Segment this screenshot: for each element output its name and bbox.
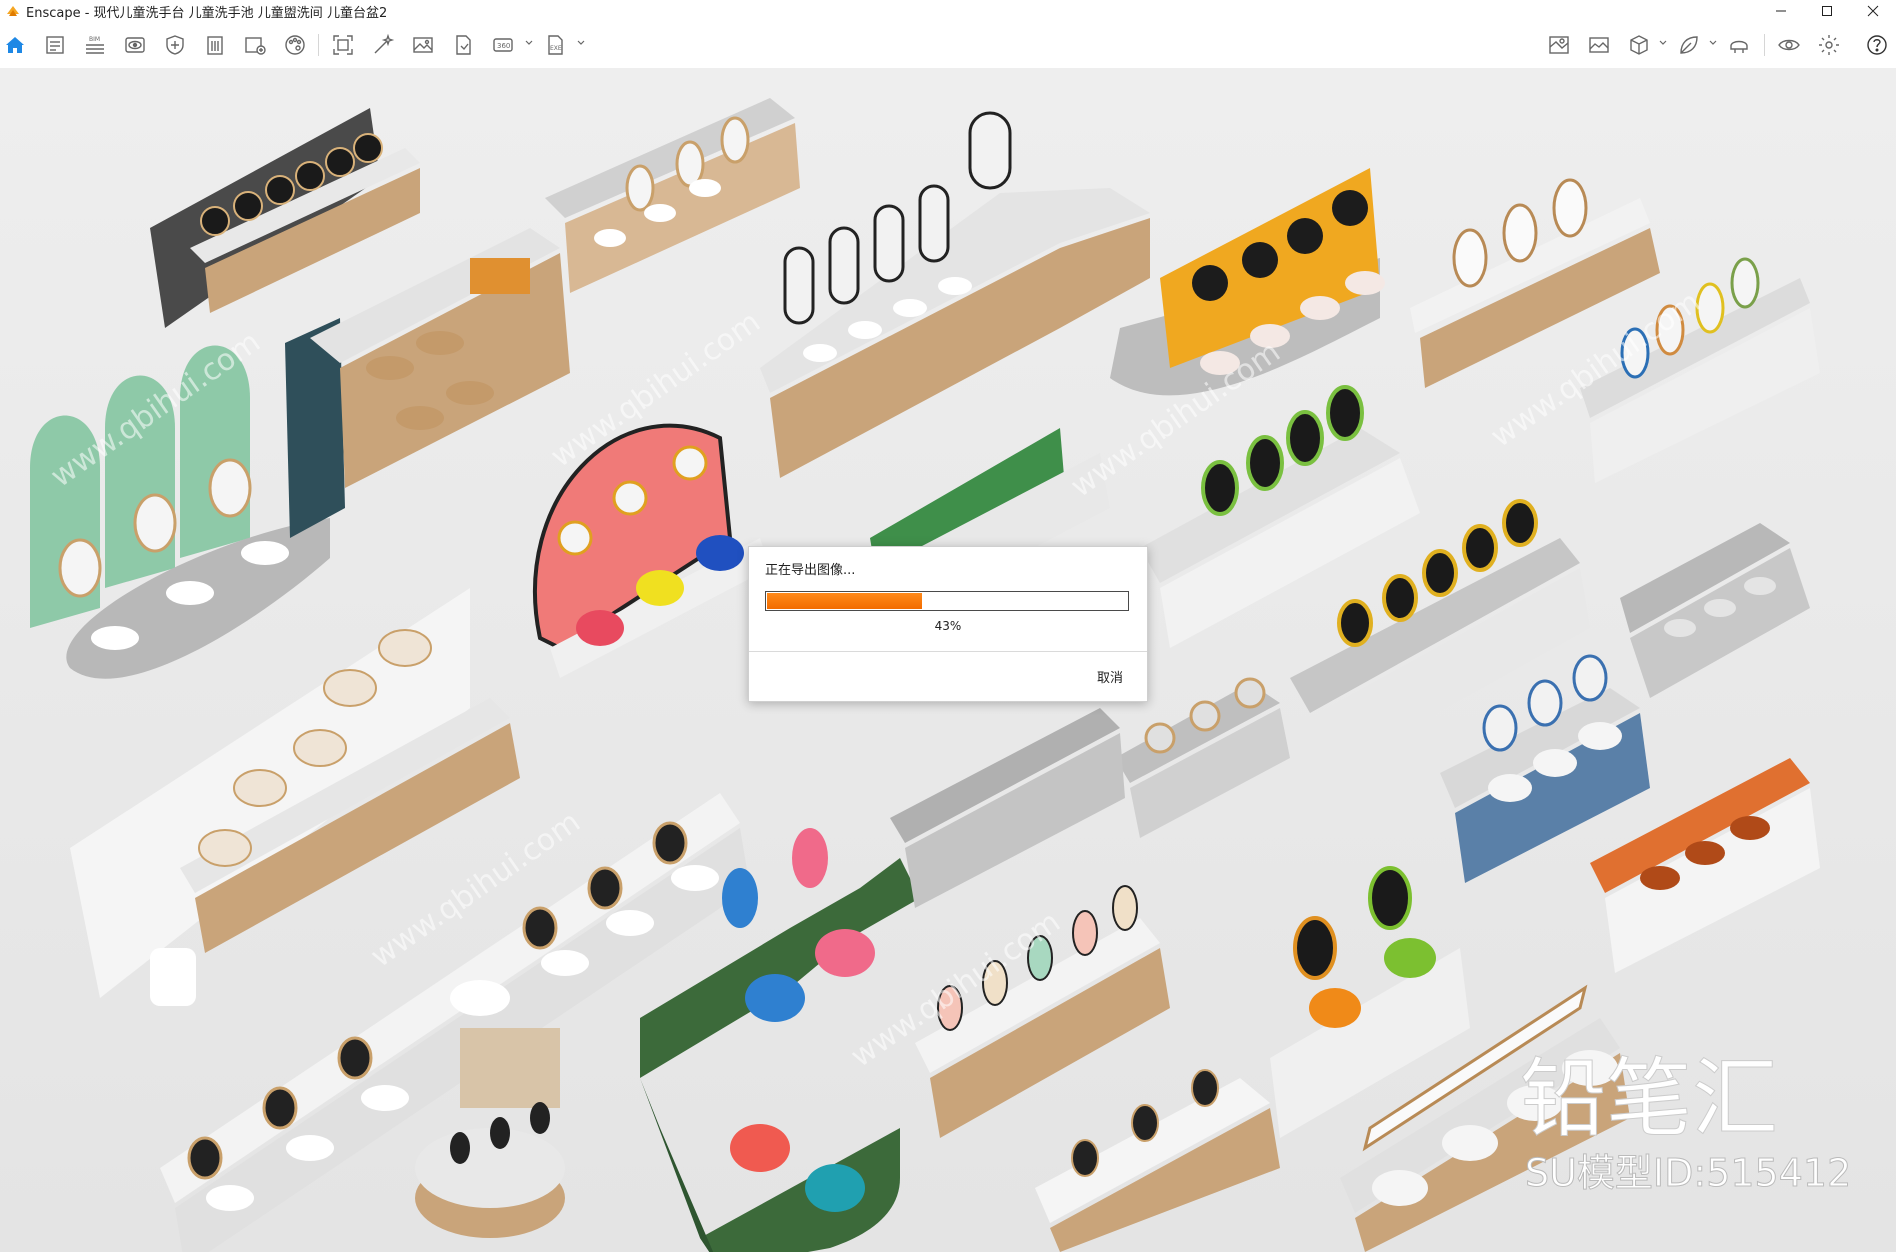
visibility-icon <box>1778 39 1800 51</box>
exe-export-icon: EXE <box>548 35 563 55</box>
home-icon <box>6 37 24 53</box>
image-compare-button[interactable] <box>1586 32 1612 58</box>
assets-button[interactable] <box>162 32 188 58</box>
cube-icon <box>1630 35 1648 55</box>
chevron-down-icon[interactable] <box>524 38 534 48</box>
document-button[interactable] <box>42 32 68 58</box>
building-button[interactable] <box>202 32 228 58</box>
render-viewport[interactable]: 铅笔汇 SU模型ID:515412 www.qbihui.com www.qbi… <box>0 68 1896 1252</box>
chevron-down-icon[interactable] <box>1708 38 1718 48</box>
palette-icon <box>285 35 305 55</box>
dialog-divider <box>749 651 1147 652</box>
svg-text:SU模型ID:515412: SU模型ID:515412 <box>1525 1151 1851 1195</box>
batch-export-button[interactable] <box>450 32 476 58</box>
close-icon <box>1867 5 1879 17</box>
capture-button[interactable] <box>330 32 356 58</box>
leaf-icon <box>1680 36 1698 54</box>
svg-text:铅笔汇: 铅笔汇 <box>1520 1049 1778 1149</box>
main-toolbar: BIM 360 EXE <box>0 22 1896 84</box>
svg-text:360: 360 <box>497 42 510 50</box>
settings-button[interactable] <box>1816 32 1842 58</box>
panorama-button[interactable]: 360 <box>490 32 516 58</box>
export-progress-dialog: 正在导出图像... 43% 取消 <box>748 546 1148 702</box>
cube-button[interactable] <box>1626 32 1652 58</box>
views-button[interactable] <box>122 32 148 58</box>
eye-view-icon <box>125 37 145 53</box>
chevron-down-icon[interactable] <box>576 38 586 48</box>
settings-icon <box>1819 35 1839 55</box>
material-button[interactable] <box>282 32 308 58</box>
svg-text:EXE: EXE <box>550 45 562 52</box>
maximize-icon <box>1822 6 1832 16</box>
image-compare-icon <box>1589 37 1609 53</box>
progress-percent: 43% <box>934 619 962 633</box>
chevron-down-icon[interactable] <box>1658 38 1668 48</box>
svg-text:BIM: BIM <box>89 36 100 43</box>
map-button[interactable] <box>1546 32 1572 58</box>
asset-shield-icon <box>166 35 184 55</box>
enscape-logo-icon <box>7 6 19 16</box>
vr-headset-button[interactable] <box>1726 32 1752 58</box>
close-button[interactable] <box>1850 0 1896 22</box>
document-icon <box>46 36 64 54</box>
help-icon <box>1867 35 1887 55</box>
magic-wand-button[interactable] <box>370 32 396 58</box>
help-button[interactable] <box>1864 32 1890 58</box>
visibility-button[interactable] <box>1776 32 1802 58</box>
map-icon <box>1549 36 1569 54</box>
file-export-icon <box>456 35 471 55</box>
bim-icon: BIM <box>86 36 104 54</box>
maximize-button[interactable] <box>1804 0 1850 22</box>
bim-button[interactable]: BIM <box>82 32 108 58</box>
add-view-icon <box>245 37 266 55</box>
home-button[interactable] <box>2 32 28 58</box>
title-bar: Enscape - 现代儿童洗手台 儿童洗手池 儿童盥洗间 儿童台盆2 <box>0 0 1896 22</box>
panorama-360-icon: 360 <box>493 38 513 52</box>
cancel-button[interactable]: 取消 <box>1091 665 1129 688</box>
building-icon <box>207 36 223 55</box>
magic-wand-icon <box>374 33 395 54</box>
image-icon <box>413 37 433 53</box>
minimize-icon <box>1776 10 1786 12</box>
capture-frame-icon <box>333 35 353 55</box>
headset-vr-icon <box>1730 40 1748 53</box>
minimize-button[interactable] <box>1758 0 1804 22</box>
progress-fill <box>767 593 922 609</box>
add-view-button[interactable] <box>242 32 268 58</box>
dialog-title: 正在导出图像... <box>765 563 856 578</box>
exe-export-button[interactable]: EXE <box>542 32 568 58</box>
leaf-button[interactable] <box>1676 32 1702 58</box>
screenshot-button[interactable] <box>410 32 436 58</box>
progress-bar <box>765 591 1129 611</box>
window-title: Enscape - 现代儿童洗手台 儿童洗手池 儿童盥洗间 儿童台盆2 <box>26 5 388 21</box>
